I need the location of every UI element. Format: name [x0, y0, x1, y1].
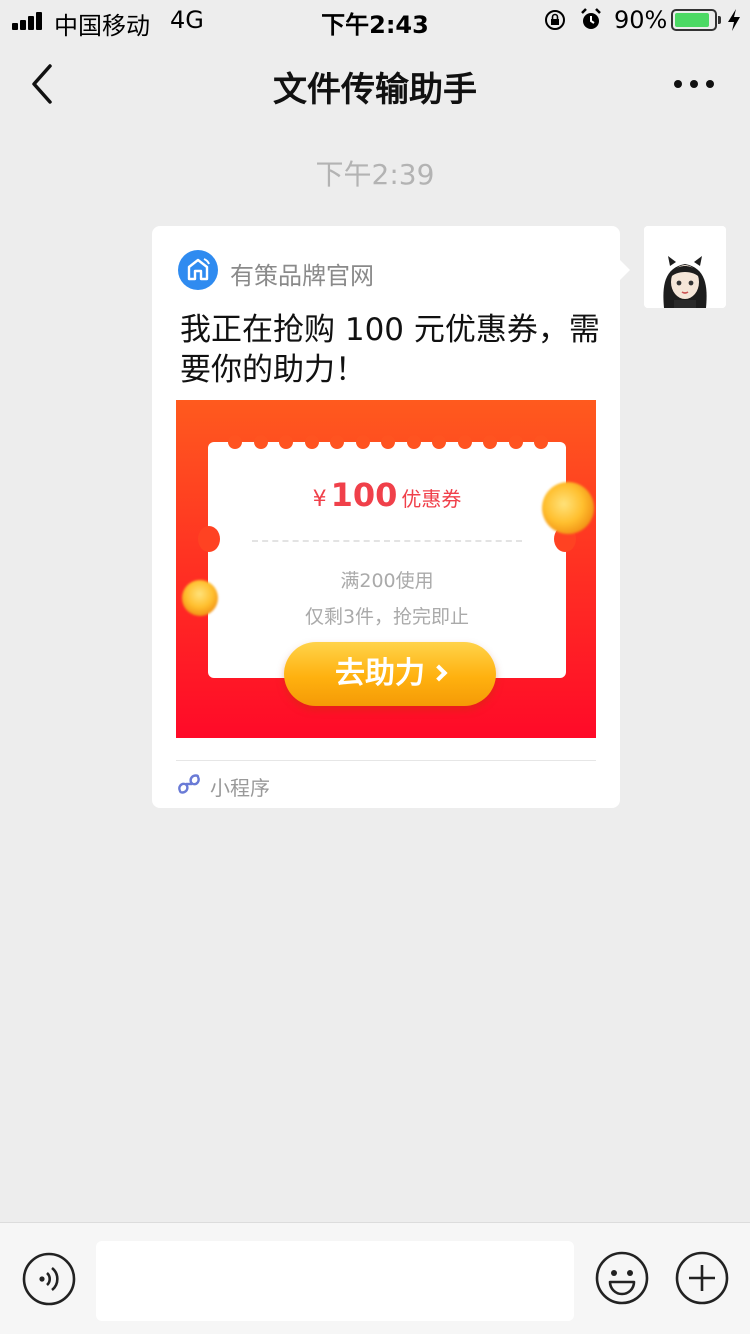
- battery-percent: 90%: [614, 6, 668, 34]
- ticket-notch-left: [198, 526, 220, 552]
- voice-icon[interactable]: [22, 1252, 76, 1306]
- coupon-amount: 100: [330, 476, 398, 514]
- coupon-banner: ¥100 优惠券 满200使用 仅剩3件，抢完即止 去助力: [176, 400, 596, 738]
- brand-logo-icon: [178, 250, 218, 290]
- message-timestamp: 下午2:39: [315, 158, 435, 191]
- status-bar: 中国移动 4G 下午2:43 90%: [0, 0, 750, 40]
- currency-symbol: ¥: [312, 487, 327, 512]
- mini-program-icon: [178, 774, 200, 794]
- coupon-condition: 满200使用: [340, 570, 434, 592]
- chat-title: 文件传输助手: [273, 70, 477, 110]
- battery-icon: [671, 9, 721, 31]
- coupon-unit: 优惠券: [401, 487, 462, 511]
- help-button-label: 去助力: [335, 656, 425, 691]
- coupon-stock-note: 仅剩3件，抢完即止: [304, 606, 470, 628]
- more-dots-icon[interactable]: [672, 78, 716, 90]
- chat-input-bar: [0, 1222, 750, 1334]
- message-input[interactable]: [96, 1241, 574, 1321]
- avatar[interactable]: [644, 226, 726, 308]
- card-divider: [176, 760, 596, 761]
- mini-program-label: 小程序: [210, 776, 270, 800]
- charging-bolt-icon: [728, 9, 740, 31]
- nav-bar: 文件传输助手: [0, 40, 750, 128]
- mini-program-card[interactable]: 有策品牌官网 我正在抢购 100 元优惠券，需要你的助力！ ¥100 优惠券 满2…: [152, 226, 630, 808]
- coupon-divider: [252, 540, 522, 542]
- emoji-icon[interactable]: [594, 1250, 650, 1306]
- avatar-image: [644, 226, 726, 308]
- coupon-amount-row: ¥100 优惠券: [208, 476, 566, 514]
- alarm-icon: [581, 8, 601, 29]
- brand-name: 有策品牌官网: [230, 262, 374, 290]
- card-message-text: 我正在抢购 100 元优惠券，需要你的助力！: [180, 312, 600, 388]
- plus-icon[interactable]: [674, 1250, 730, 1306]
- help-button[interactable]: 去助力: [284, 642, 496, 706]
- lock-rotation-icon: [545, 10, 565, 30]
- ticket-edge: [228, 435, 548, 449]
- chevron-right-icon: [430, 664, 448, 682]
